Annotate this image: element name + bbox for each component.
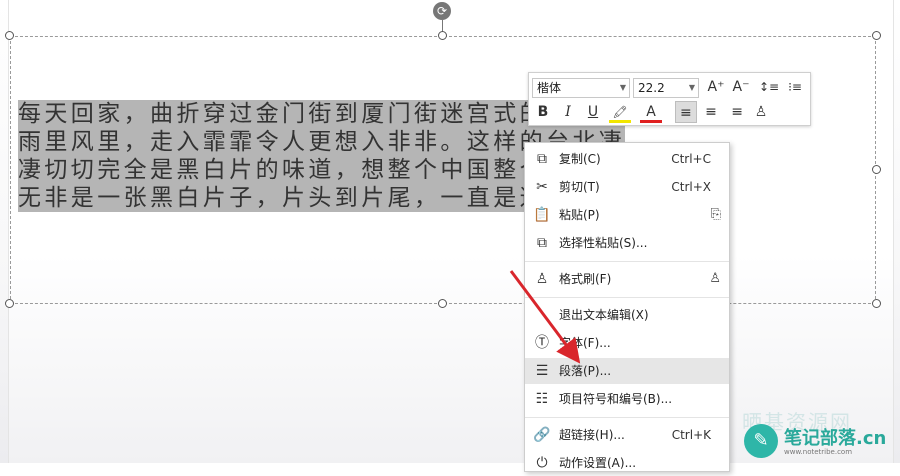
- bullets-icon: ☷: [535, 391, 549, 407]
- format-painter-icon[interactable]: ♙: [750, 101, 772, 123]
- menu-item-bullets-numbering[interactable]: ☷ 项目符号和编号(B)...: [525, 386, 729, 412]
- menu-item-format-painter[interactable]: ♙ 格式刷(F) ♙: [525, 266, 729, 292]
- menu-item-hyperlink[interactable]: 🔗 超链接(H)... Ctrl+K: [525, 422, 729, 448]
- menu-item-copy[interactable]: ⧉ 复制(C) Ctrl+C: [525, 146, 729, 172]
- format-painter-lock-icon[interactable]: ♙: [709, 266, 721, 292]
- paste-special-icon: ⧉: [537, 235, 547, 251]
- italic-button[interactable]: I: [557, 101, 579, 123]
- align-right-button[interactable]: ≡: [725, 101, 747, 123]
- menu-item-label: 选择性粘贴(S)...: [559, 236, 648, 250]
- menu-item-label: 复制(C): [559, 152, 601, 166]
- watermark: 晒基资源网 ✎ 笔记部落.cn www.notetribe.com: [742, 410, 900, 463]
- menu-item-label: 字体(F)...: [559, 336, 611, 350]
- shrink-font-button[interactable]: A⁻: [730, 76, 752, 98]
- menu-item-shortcut: Ctrl+K: [671, 428, 711, 442]
- menu-item-label: 格式刷(F): [559, 272, 612, 286]
- resize-handle-top-left[interactable]: [5, 31, 14, 40]
- font-name-select[interactable]: 楷体 ▼: [532, 78, 630, 98]
- menu-item-shortcut: Ctrl+C: [671, 152, 711, 166]
- menu-item-label: 剪切(T): [559, 180, 600, 194]
- menu-item-label: 退出文本编辑(X): [559, 308, 649, 322]
- paste-icon: 📋: [533, 207, 551, 223]
- resize-handle-top-right[interactable]: [872, 31, 881, 40]
- font-color-icon[interactable]: A: [640, 101, 662, 123]
- menu-item-paragraph[interactable]: ☰ 段落(P)...: [525, 358, 729, 384]
- menu-separator: [525, 417, 729, 418]
- link-icon: 🔗: [533, 427, 551, 443]
- menu-item-paste[interactable]: 📋 粘贴(P) ⎘: [525, 202, 729, 228]
- context-menu: ⧉ 复制(C) Ctrl+C ✂ 剪切(T) Ctrl+X 📋 粘贴(P) ⎘ …: [524, 142, 730, 472]
- font-icon: Ⓣ: [535, 335, 549, 351]
- chevron-down-icon: ▼: [619, 83, 626, 92]
- menu-item-label: 动作设置(A)...: [559, 456, 637, 470]
- menu-item-paste-special[interactable]: ⧉ 选择性粘贴(S)...: [525, 230, 729, 256]
- font-size-value: 22.2: [638, 81, 665, 95]
- menu-item-exit-text-edit[interactable]: 退出文本编辑(X): [525, 302, 729, 328]
- resize-handle-top[interactable]: [438, 31, 447, 40]
- menu-item-font[interactable]: Ⓣ 字体(F)...: [525, 330, 729, 356]
- scissors-icon: ✂: [536, 179, 548, 195]
- action-icon: ⏻: [536, 455, 548, 471]
- rotate-handle-icon[interactable]: ⟳: [433, 2, 451, 20]
- menu-item-cut[interactable]: ✂ 剪切(T) Ctrl+X: [525, 174, 729, 200]
- resize-handle-bottom-right[interactable]: [872, 299, 881, 308]
- chevron-down-icon: ▼: [688, 83, 695, 92]
- paragraph-icon: ☰: [535, 363, 549, 379]
- font-size-select[interactable]: 22.2 ▼: [633, 78, 699, 98]
- watermark-title: 笔记部落.cn: [784, 428, 887, 449]
- menu-item-shortcut: Ctrl+X: [671, 180, 711, 194]
- font-name-value: 楷体: [537, 81, 562, 95]
- highlight-icon[interactable]: 🖍: [609, 101, 631, 123]
- resize-handle-bottom[interactable]: [438, 299, 447, 308]
- menu-separator: [525, 261, 729, 262]
- align-center-button[interactable]: ≡: [700, 101, 722, 123]
- bold-button[interactable]: B: [532, 101, 554, 123]
- menu-separator: [525, 297, 729, 298]
- mini-format-toolbar: 楷体 ▼ 22.2 ▼ A⁺ A⁻ ↕≡ ⁝≡ B I U 🖍 A ≡ ≡ ≡ …: [528, 72, 811, 126]
- menu-item-action-settings[interactable]: ⏻ 动作设置(A)...: [525, 450, 729, 476]
- underline-button[interactable]: U: [582, 101, 604, 123]
- menu-item-label: 超链接(H)...: [559, 428, 625, 442]
- menu-item-label: 项目符号和编号(B)...: [559, 392, 673, 406]
- list-format-button[interactable]: ⁝≡: [784, 76, 806, 98]
- paste-options-icon[interactable]: ⎘: [711, 202, 721, 228]
- menu-item-label: 粘贴(P): [559, 208, 600, 222]
- resize-handle-bottom-left[interactable]: [5, 299, 14, 308]
- watermark-url: www.notetribe.com: [784, 448, 853, 456]
- line-spacing-button[interactable]: ↕≡: [758, 76, 780, 98]
- menu-item-label: 段落(P)...: [559, 364, 612, 378]
- pencil-icon: ✎: [744, 424, 778, 458]
- copy-icon: ⧉: [537, 151, 547, 167]
- align-left-button[interactable]: ≡: [675, 101, 697, 123]
- format-painter-icon: ♙: [535, 271, 549, 287]
- grow-font-button[interactable]: A⁺: [705, 76, 727, 98]
